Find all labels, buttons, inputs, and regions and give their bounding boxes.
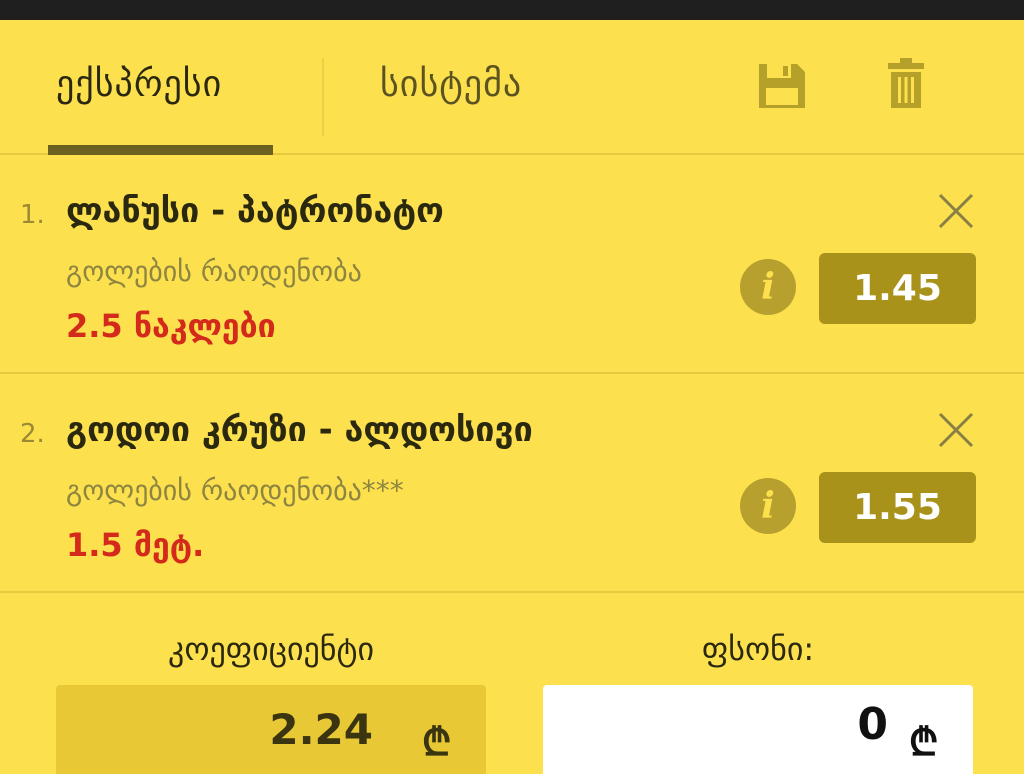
- active-tab-indicator: [48, 145, 273, 155]
- selection-name: 2.5 ნაკლები: [66, 307, 276, 345]
- tab-express[interactable]: ექსპრესი: [56, 64, 222, 105]
- close-icon[interactable]: [936, 191, 976, 231]
- bet-slip-item: 1. ლანუსი - პატრონატო გოლების რაოდენობა …: [0, 155, 1024, 374]
- bet-type-tabs: ექსპრესი სისტემა: [0, 20, 1024, 155]
- info-icon[interactable]: i: [740, 478, 796, 534]
- bet-slip-item: 2. გოდოი კრუზი - ალდოსივი გოლების რაოდენ…: [0, 374, 1024, 593]
- coefficient-label: კოეფიციენტი: [167, 630, 374, 668]
- match-title: გოდოი კრუზი - ალდოსივი: [66, 410, 533, 450]
- lari-currency-icon: ₾: [909, 720, 939, 764]
- trash-icon[interactable]: [886, 58, 926, 110]
- stake-label: ფსონი:: [701, 630, 815, 668]
- status-bar: [0, 0, 1024, 20]
- odds-value: 1.45: [819, 253, 976, 324]
- tab-system[interactable]: სისტემა: [380, 64, 522, 105]
- bet-number: 2.: [20, 419, 45, 449]
- bet-summary: კოეფიციენტი ფსონი: 2.24 ₾ 0 ₾: [0, 594, 1024, 774]
- odds-value: 1.55: [819, 472, 976, 543]
- market-name: გოლების რაოდენობა***: [66, 474, 404, 507]
- market-name: გოლების რაოდენობა: [66, 255, 362, 288]
- stake-value[interactable]: 0: [543, 699, 888, 750]
- selection-name: 1.5 მეტ.: [66, 526, 205, 564]
- match-title: ლანუსი - პატრონატო: [66, 191, 444, 231]
- save-icon[interactable]: [757, 62, 807, 110]
- tab-divider: [322, 58, 324, 136]
- total-coefficient: 2.24 ₾: [56, 685, 486, 774]
- bet-number: 1.: [20, 200, 45, 230]
- coefficient-value: 2.24: [269, 705, 373, 754]
- close-icon[interactable]: [936, 410, 976, 450]
- stake-input[interactable]: 0 ₾: [543, 685, 973, 774]
- info-icon[interactable]: i: [740, 259, 796, 315]
- lari-currency-icon: ₾: [422, 720, 452, 764]
